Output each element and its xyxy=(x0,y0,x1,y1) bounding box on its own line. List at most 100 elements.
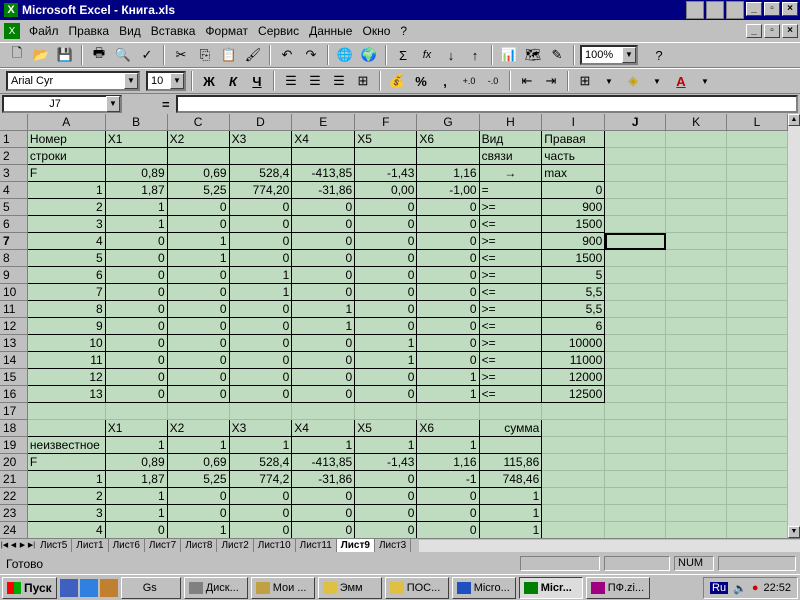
cell[interactable] xyxy=(726,436,788,454)
cell[interactable]: 5,5 xyxy=(541,300,606,318)
cell[interactable] xyxy=(726,521,788,538)
copy-icon[interactable]: ⎘ xyxy=(194,44,216,66)
sheet-tab[interactable]: Лист7 xyxy=(145,539,182,552)
cell[interactable] xyxy=(726,334,788,352)
cell[interactable]: 1,16 xyxy=(416,453,480,471)
cell[interactable]: 0 xyxy=(229,504,293,522)
cell[interactable]: 774,2 xyxy=(229,470,293,488)
cell[interactable]: 0,00 xyxy=(354,181,418,199)
cell[interactable] xyxy=(665,419,728,437)
cell[interactable]: 0 xyxy=(416,300,480,318)
cell[interactable] xyxy=(541,521,606,538)
cell[interactable] xyxy=(604,521,667,538)
cell[interactable]: 0 xyxy=(354,232,418,250)
scroll-down-icon[interactable]: ▼ xyxy=(788,526,800,538)
cell[interactable] xyxy=(604,283,667,301)
row-header[interactable]: 22 xyxy=(0,487,28,505)
decrease-indent-icon[interactable]: ⇤ xyxy=(516,70,538,92)
cell[interactable]: >= xyxy=(479,334,543,352)
open-icon[interactable]: 📂 xyxy=(30,44,52,66)
cell[interactable]: 5,5 xyxy=(541,283,606,301)
cell[interactable]: 1 xyxy=(105,215,168,233)
cell[interactable]: <= xyxy=(479,351,543,369)
cell[interactable] xyxy=(229,402,293,420)
undo-icon[interactable]: ↶ xyxy=(276,44,298,66)
cell[interactable]: <= xyxy=(479,385,543,403)
cell[interactable]: <= xyxy=(479,215,543,233)
cell[interactable] xyxy=(229,147,293,165)
cell[interactable]: max xyxy=(541,164,606,182)
new-icon[interactable]: 🗋 xyxy=(6,44,28,66)
cell[interactable] xyxy=(479,436,543,454)
cell[interactable]: 0 xyxy=(354,283,418,301)
cell[interactable]: X2 xyxy=(167,130,230,148)
cell[interactable]: часть xyxy=(541,147,606,165)
cell[interactable] xyxy=(541,436,606,454)
taskbar-button[interactable]: Эмм xyxy=(317,576,382,599)
cell[interactable]: 2 xyxy=(27,487,106,505)
cell[interactable]: 0,69 xyxy=(167,164,230,182)
cell[interactable] xyxy=(604,198,667,216)
cell[interactable]: 0 xyxy=(229,487,293,505)
cell[interactable]: 0 xyxy=(416,317,480,335)
cell[interactable] xyxy=(354,402,418,420)
cell[interactable]: >= xyxy=(479,198,543,216)
cell[interactable]: 0 xyxy=(354,249,418,267)
cell[interactable] xyxy=(541,470,606,488)
cell[interactable]: <= xyxy=(479,249,543,267)
cell[interactable]: 1 xyxy=(105,504,168,522)
cell[interactable] xyxy=(541,453,606,471)
taskbar-button[interactable]: Micro... xyxy=(451,576,516,599)
cell[interactable]: 1 xyxy=(291,436,356,454)
cell[interactable]: связи xyxy=(479,147,543,165)
cell[interactable]: 0 xyxy=(354,300,418,318)
cell[interactable]: 0 xyxy=(416,334,480,352)
row-header[interactable]: 15 xyxy=(0,368,28,386)
cell[interactable]: 0 xyxy=(167,487,230,505)
cell[interactable] xyxy=(665,504,728,522)
cell[interactable]: -31,86 xyxy=(291,181,356,199)
cell[interactable] xyxy=(665,385,728,403)
cell[interactable] xyxy=(726,215,788,233)
decrease-decimal-icon[interactable]: -.0 xyxy=(482,70,504,92)
cell[interactable]: 0 xyxy=(416,351,480,369)
cell[interactable] xyxy=(726,385,788,403)
cell[interactable]: 2 xyxy=(27,198,106,216)
sort-desc-icon[interactable]: ↑ xyxy=(464,44,486,66)
cell[interactable]: 0 xyxy=(354,215,418,233)
start-button[interactable]: Пуск xyxy=(2,576,57,599)
cell[interactable]: 0 xyxy=(105,266,168,284)
cell[interactable] xyxy=(726,351,788,369)
prev-sheet-icon[interactable]: ◀ xyxy=(9,540,18,552)
cell[interactable]: 0 xyxy=(167,215,230,233)
cell[interactable] xyxy=(604,368,667,386)
cell[interactable]: 1 xyxy=(479,504,543,522)
cell[interactable]: 5,25 xyxy=(167,181,230,199)
cell[interactable]: 528,4 xyxy=(229,453,293,471)
column-header[interactable]: D xyxy=(229,114,293,131)
row-header[interactable]: 9 xyxy=(0,266,28,284)
chevron-down-icon[interactable]: ▼ xyxy=(622,47,636,63)
cell[interactable]: 0 xyxy=(105,385,168,403)
cell[interactable]: 0 xyxy=(229,215,293,233)
cell[interactable]: <= xyxy=(479,317,543,335)
chevron-down-icon[interactable]: ▼ xyxy=(124,73,138,89)
cell[interactable]: 1 xyxy=(354,334,418,352)
align-left-icon[interactable]: ☰ xyxy=(280,70,302,92)
cell[interactable]: 0 xyxy=(291,232,356,250)
taskbar-button[interactable]: ПФ.zi... xyxy=(585,576,650,599)
borders-icon[interactable]: ⊞ xyxy=(574,70,596,92)
cell[interactable] xyxy=(665,266,728,284)
cell[interactable]: 1 xyxy=(354,436,418,454)
row-header[interactable]: 8 xyxy=(0,249,28,267)
cell[interactable]: 0,89 xyxy=(105,164,168,182)
office-shortcut-icon[interactable] xyxy=(686,1,704,19)
cell[interactable]: <= xyxy=(479,283,543,301)
help-icon[interactable]: ? xyxy=(648,44,670,66)
cell[interactable] xyxy=(726,283,788,301)
cell[interactable]: 0 xyxy=(105,368,168,386)
cell[interactable]: -31,86 xyxy=(291,470,356,488)
cell[interactable]: 0 xyxy=(291,266,356,284)
column-header[interactable]: I xyxy=(541,114,606,131)
cell[interactable]: = xyxy=(479,181,543,199)
